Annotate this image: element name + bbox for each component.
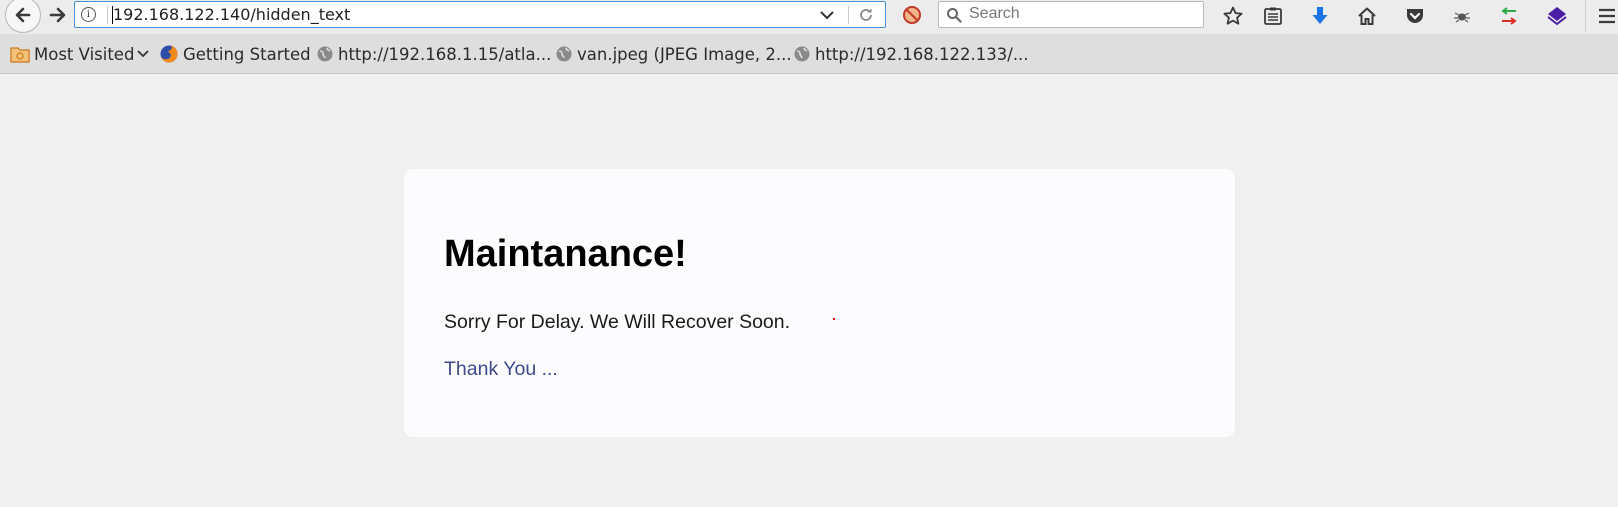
bookmark-getting-started[interactable]: Getting Started xyxy=(159,43,311,65)
bookmark-192-168-122-133[interactable]: http://192.168.122.133/... xyxy=(793,43,1029,65)
bookmark-van-jpeg[interactable]: van.jpeg (JPEG Image, 2... xyxy=(555,43,792,65)
bookmark-label: http://192.168.1.15/atla... xyxy=(338,44,552,64)
folder-icon xyxy=(10,47,30,63)
pocket-icon[interactable] xyxy=(1404,5,1426,27)
stray-pixel xyxy=(833,318,835,320)
chevron-down-icon xyxy=(137,50,150,58)
bug-icon[interactable] xyxy=(1451,5,1473,27)
thank-you-link[interactable]: Thank You ... xyxy=(444,359,558,380)
info-icon[interactable]: i xyxy=(81,7,96,22)
layers-icon[interactable] xyxy=(1546,5,1568,27)
url-input[interactable]: 192.168.122.140/hidden_text xyxy=(113,5,350,24)
search-input[interactable]: Search xyxy=(969,5,1020,23)
bookmark-label: Most Visited xyxy=(34,44,135,64)
search-icon xyxy=(947,8,962,23)
search-bar[interactable]: Search xyxy=(938,1,1204,28)
reading-list-icon[interactable] xyxy=(1262,5,1284,27)
firefox-icon xyxy=(160,45,178,63)
bookmark-label: van.jpeg (JPEG Image, 2... xyxy=(577,44,792,64)
bookmark-atlas[interactable]: http://192.168.1.15/atla... xyxy=(316,43,551,65)
url-separator xyxy=(107,6,108,24)
dropdown-icon[interactable] xyxy=(819,8,835,22)
back-arrow-icon xyxy=(15,7,31,23)
bookmark-most-visited[interactable]: Most Visited xyxy=(10,43,154,65)
navigation-toolbar: i 192.168.122.140/hidden_text Search xyxy=(0,0,1618,34)
ublock-icon[interactable] xyxy=(902,5,922,25)
globe-icon xyxy=(317,46,333,62)
bookmark-star-icon[interactable] xyxy=(1222,5,1244,27)
bookmark-label: http://192.168.122.133/... xyxy=(815,44,1029,64)
url-separator xyxy=(848,6,849,24)
globe-icon xyxy=(794,46,810,62)
home-icon[interactable] xyxy=(1356,5,1378,27)
forward-button[interactable] xyxy=(48,5,68,25)
menu-icon[interactable] xyxy=(1596,5,1618,27)
maintenance-message: Sorry For Delay. We Will Recover Soon. xyxy=(444,311,791,333)
globe-icon xyxy=(556,46,572,62)
url-bar[interactable]: i 192.168.122.140/hidden_text xyxy=(74,1,886,28)
download-icon[interactable] xyxy=(1309,5,1331,27)
sync-arrows-icon[interactable] xyxy=(1498,5,1520,27)
back-button[interactable] xyxy=(5,0,41,33)
bookmark-label: Getting Started xyxy=(183,44,311,64)
forward-arrow-icon xyxy=(49,7,66,23)
page-title: Maintanance! xyxy=(444,233,687,275)
toolbar-divider xyxy=(1585,0,1586,32)
reload-icon[interactable] xyxy=(858,7,874,23)
bookmarks-toolbar: Most Visited Getting Started http://192.… xyxy=(0,34,1618,74)
maintenance-card: Maintanance! Sorry For Delay. We Will Re… xyxy=(404,169,1235,437)
